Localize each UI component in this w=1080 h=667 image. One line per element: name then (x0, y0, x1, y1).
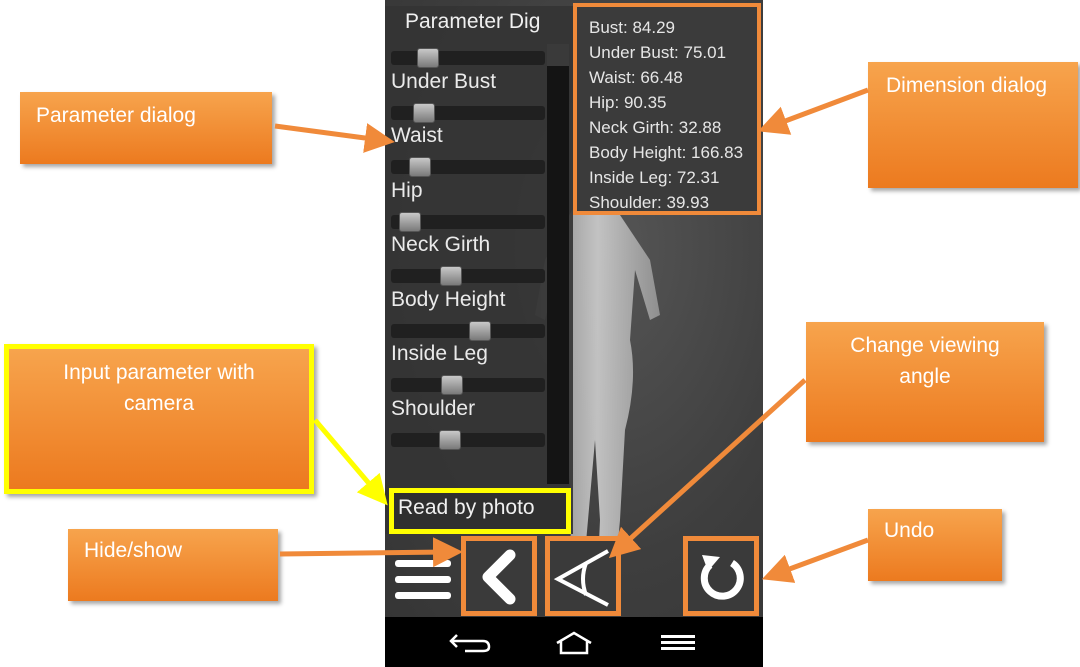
parameter-dialog-title: Parameter Dig (405, 10, 541, 33)
system-nav-bar (385, 617, 763, 667)
slider-thumb[interactable] (440, 266, 462, 286)
parameter-scrollbar[interactable] (547, 44, 569, 484)
callout-text: camera (123, 392, 195, 415)
dimension-row: Bust: 84.29 (589, 18, 676, 37)
dimension-row: Under Bust: 75.01 (589, 43, 727, 62)
read-by-photo-button[interactable]: Read by photo (389, 488, 571, 534)
slider-label: Under Bust (391, 69, 497, 93)
callout-input-with-camera: Input parameter with camera (4, 344, 314, 494)
back-icon[interactable] (445, 627, 495, 657)
callout-text: Change viewing (850, 334, 1000, 357)
chevron-left-icon (482, 549, 516, 605)
dimension-row: Shoulder: 39.93 (589, 193, 710, 212)
callout-text: angle (899, 365, 951, 388)
arrow-undo (761, 537, 869, 583)
callout-text: Input parameter with (63, 361, 255, 384)
phone-screen: Parameter Dig Under Bust Waist Hip Neck Gir… (385, 0, 763, 667)
dimension-dialog: Bust: 84.29 Under Bust: 75.01 Waist: 66.… (573, 3, 761, 215)
parameter-slider[interactable] (391, 375, 545, 395)
slider-label: Waist (391, 124, 443, 147)
slider-label: Hip (391, 178, 423, 202)
recents-icon[interactable] (653, 627, 703, 657)
callout-text: Dimension dialog (886, 74, 1048, 97)
parameter-slider[interactable] (391, 211, 545, 232)
slider-thumb[interactable] (469, 320, 491, 341)
slider-thumb[interactable] (417, 48, 439, 68)
arrow-input-with-camera (313, 418, 388, 506)
dimension-row: Body Height: 166.83 (589, 143, 744, 162)
arrow-dimension-dialog (757, 87, 869, 135)
callout-text: Undo (884, 519, 935, 542)
dimension-row: Inside Leg: 72.31 (589, 168, 720, 187)
dimension-row: Waist: 66.48 (589, 68, 683, 87)
slider-thumb[interactable] (441, 375, 463, 395)
parameter-slider[interactable] (391, 157, 545, 177)
view-angle-icon (553, 549, 609, 607)
dimension-row: Neck Girth: 32.88 (589, 118, 722, 137)
callout-text: Parameter dialog (36, 104, 196, 127)
parameter-slider[interactable] (391, 48, 545, 68)
slider-thumb[interactable] (439, 429, 461, 450)
callout-hide-show: Hide/show (68, 529, 278, 601)
slider-label: Shoulder (391, 396, 476, 420)
slider-label: Inside Leg (391, 342, 488, 365)
menu-icon[interactable] (395, 560, 451, 600)
callout-dimension-dialog: Dimension dialog (868, 62, 1078, 188)
parameter-slider[interactable] (391, 102, 545, 123)
callout-text: Hide/show (84, 539, 183, 562)
slider-label: Neck Girth (391, 233, 491, 256)
undo-button[interactable] (683, 536, 759, 616)
view-angle-button[interactable] (545, 536, 621, 616)
parameter-slider[interactable] (391, 429, 545, 450)
arrow-parameter-dialog (274, 123, 395, 153)
callout-change-viewing-angle: Change viewing angle (806, 322, 1044, 442)
slider-label: Body Height (391, 287, 506, 311)
parameter-slider[interactable] (391, 320, 545, 341)
parameter-slider[interactable] (391, 266, 545, 286)
home-icon[interactable] (549, 627, 599, 657)
slider-thumb[interactable] (409, 157, 431, 177)
callout-undo: Undo (868, 509, 1002, 581)
slider-thumb[interactable] (413, 102, 435, 123)
slider-thumb[interactable] (399, 211, 421, 232)
parameter-dialog: Parameter Dig Under Bust Waist Hip Neck Gir… (385, 6, 573, 534)
callout-parameter-dialog: Parameter dialog (20, 92, 272, 164)
scrollbar-thumb[interactable] (547, 44, 569, 66)
dimension-row: Hip: 90.35 (589, 93, 667, 112)
hide-show-button[interactable] (461, 536, 537, 616)
undo-icon (700, 555, 744, 600)
